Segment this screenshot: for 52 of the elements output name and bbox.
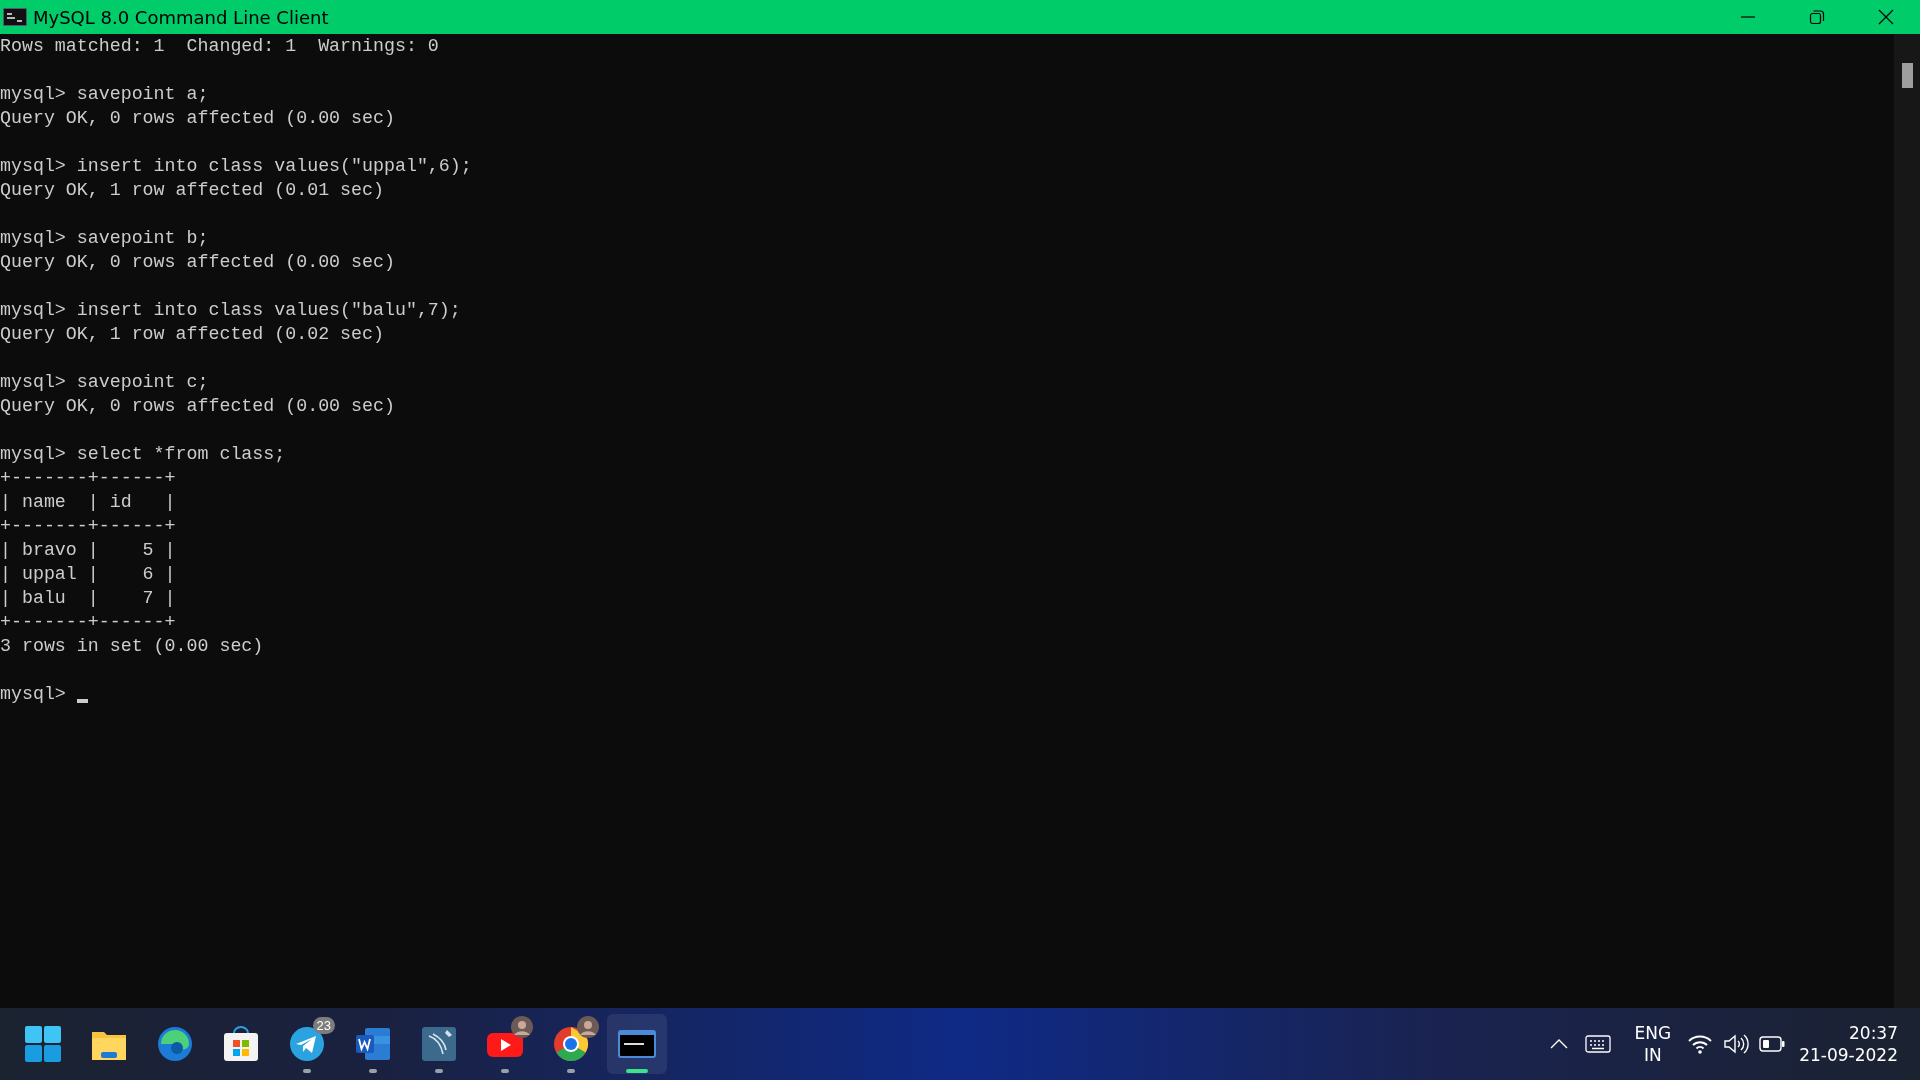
console-line: Query OK, 0 rows affected (0.00 sec) bbox=[0, 251, 395, 274]
scrollbar-thumb[interactable] bbox=[1902, 63, 1913, 88]
console-line: | bravo | 5 | bbox=[0, 539, 176, 562]
console-line: mysql> savepoint a; bbox=[0, 83, 209, 106]
console-line: mysql> insert into class values("uppal",6); bbox=[0, 155, 472, 178]
restore-icon bbox=[1808, 9, 1825, 25]
windows-logo-icon bbox=[23, 1024, 63, 1064]
minimize-icon bbox=[1740, 16, 1755, 18]
language-text: IN bbox=[1644, 1044, 1662, 1066]
taskbar-app[interactable] bbox=[607, 1014, 667, 1074]
clock[interactable]: 20:37 21-09-2022 bbox=[1799, 1022, 1898, 1066]
running-indicator bbox=[501, 1069, 509, 1073]
speaker-icon[interactable] bbox=[1723, 1033, 1750, 1055]
battery-icon[interactable] bbox=[1759, 1036, 1786, 1052]
clock-time: 20:37 bbox=[1849, 1022, 1898, 1044]
console-line: mysql> savepoint b; bbox=[0, 227, 209, 250]
language-text: ENG bbox=[1634, 1022, 1672, 1044]
taskbar-app[interactable]: 23 bbox=[277, 1014, 337, 1074]
scrollbar[interactable] bbox=[1894, 34, 1920, 1008]
text-cursor bbox=[76, 699, 88, 703]
console-line: Query OK, 1 row affected (0.01 sec) bbox=[0, 179, 384, 202]
running-indicator bbox=[567, 1069, 575, 1073]
console-line: | balu | 7 | bbox=[0, 587, 176, 610]
console-line: | uppal | 6 | bbox=[0, 563, 176, 586]
console-line: +-------+------+ bbox=[0, 467, 176, 490]
console-line: +-------+------+ bbox=[0, 611, 176, 634]
console-line: 3 rows in set (0.00 sec) bbox=[0, 635, 264, 658]
dolphin-icon bbox=[419, 1024, 459, 1064]
clock-date: 21-09-2022 bbox=[1799, 1044, 1898, 1066]
running-indicator bbox=[626, 1069, 648, 1073]
terminal-icon bbox=[3, 8, 27, 26]
notification-badge: 23 bbox=[312, 1017, 335, 1034]
console-line: mysql> select *from class; bbox=[0, 443, 286, 466]
console-line: +-------+------+ bbox=[0, 515, 176, 538]
running-indicator bbox=[303, 1069, 311, 1073]
console-line: | name | id | bbox=[0, 491, 176, 514]
console-line: Query OK, 1 row affected (0.02 sec) bbox=[0, 323, 384, 346]
browser-wave-icon bbox=[155, 1024, 195, 1064]
running-indicator bbox=[435, 1069, 443, 1073]
close-icon bbox=[1877, 9, 1894, 25]
console-line: Rows matched: 1 Changed: 1 Warnings: 0 bbox=[0, 35, 439, 58]
console-line: mysql> savepoint c; bbox=[0, 371, 209, 394]
console-prompt: mysql> bbox=[0, 683, 66, 706]
window-title: MySQL 8.0 Command Line Client bbox=[33, 6, 330, 28]
browser-circle-icon bbox=[551, 1024, 591, 1064]
console-line: Query OK, 0 rows affected (0.00 sec) bbox=[0, 395, 395, 418]
console-line: mysql> insert into class values("balu",7); bbox=[0, 299, 461, 322]
running-indicator bbox=[369, 1069, 377, 1073]
shopping-bag-icon bbox=[221, 1024, 261, 1064]
console-line: Query OK, 0 rows affected (0.00 sec) bbox=[0, 107, 395, 130]
language-indicator[interactable]: ENG IN bbox=[1634, 1022, 1672, 1066]
wifi-icon[interactable] bbox=[1687, 1034, 1714, 1054]
